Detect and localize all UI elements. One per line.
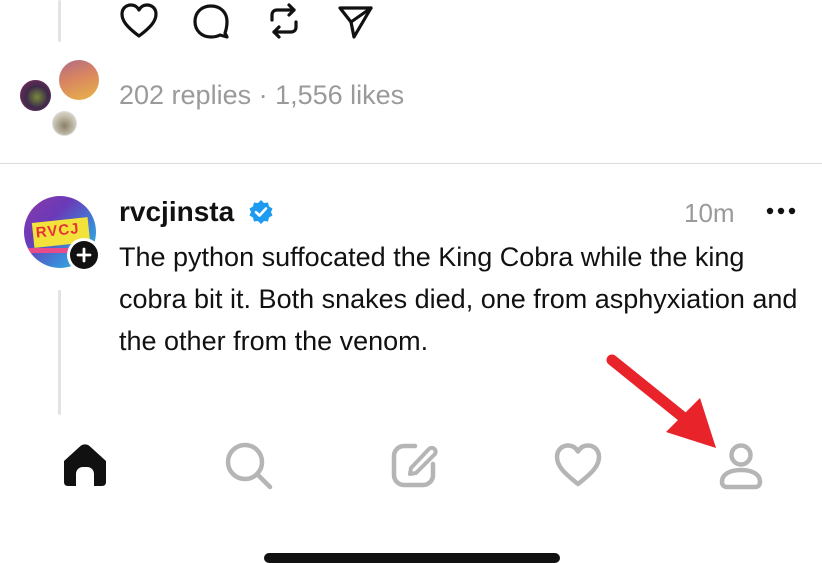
- heart-icon: [120, 3, 158, 38]
- tab-compose[interactable]: [389, 440, 439, 495]
- tab-activity[interactable]: [553, 442, 603, 493]
- send-icon: [338, 6, 373, 39]
- heart-icon: [554, 443, 602, 487]
- post-stats[interactable]: 202 replies · 1,556 likes: [119, 80, 404, 111]
- tab-search[interactable]: [223, 440, 275, 497]
- more-options-button[interactable]: [765, 204, 797, 222]
- verified-badge-icon: [248, 199, 274, 230]
- profile-icon: [719, 443, 763, 490]
- comment-button[interactable]: [191, 2, 231, 40]
- more-horizontal-icon: [766, 207, 796, 215]
- red-arrow-icon: [604, 352, 722, 457]
- search-icon: [225, 442, 273, 490]
- post-username[interactable]: rvcjinsta: [119, 196, 234, 228]
- post-divider: [0, 163, 822, 164]
- post-timestamp: 10m: [684, 198, 735, 228]
- like-button[interactable]: [119, 2, 159, 40]
- repost-button[interactable]: [266, 2, 302, 40]
- replier-avatar: [59, 60, 99, 100]
- thread-line: [58, 290, 61, 415]
- comment-bubble-icon: [193, 4, 229, 39]
- plus-icon: [76, 247, 92, 263]
- follow-button[interactable]: [67, 238, 101, 272]
- compose-icon: [391, 443, 438, 488]
- replier-avatar: [52, 111, 77, 136]
- replier-avatar: [20, 80, 51, 111]
- thread-line: [58, 0, 61, 42]
- tab-home[interactable]: [60, 441, 110, 492]
- post-text: The python suffocated the King Cobra whi…: [119, 242, 798, 356]
- tab-profile[interactable]: [717, 442, 765, 495]
- repost-icon: [270, 3, 298, 39]
- rvcj-logo-text: RVCJ: [35, 220, 81, 242]
- home-icon: [64, 444, 106, 486]
- home-indicator: [264, 553, 560, 563]
- share-button[interactable]: [336, 2, 374, 40]
